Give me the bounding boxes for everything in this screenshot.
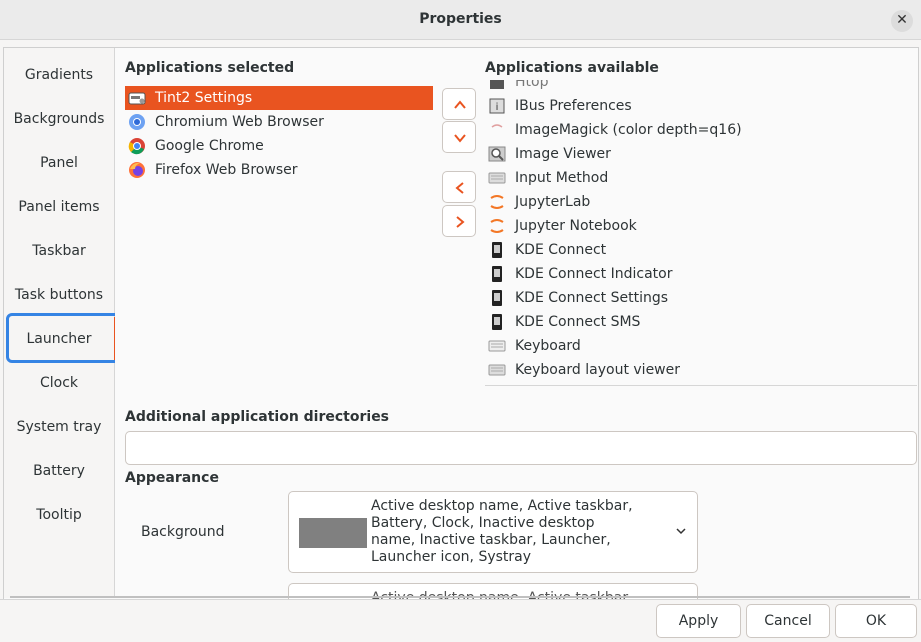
- tint2-settings-icon: [128, 92, 146, 105]
- jupyter-icon: [490, 195, 504, 209]
- window-title: Properties: [419, 11, 502, 27]
- directories-input[interactable]: [125, 431, 917, 465]
- list-item[interactable]: ImageMagick (color depth=q16): [485, 118, 917, 142]
- kde-connect-icon: [492, 242, 502, 258]
- image-viewer-icon: [488, 146, 506, 162]
- svg-text:i: i: [496, 102, 499, 113]
- move-up-icon: [454, 100, 466, 109]
- sidebar-item-battery[interactable]: Battery: [4, 449, 114, 493]
- kde-connect-icon: [492, 266, 502, 282]
- firefox-icon: [129, 162, 145, 178]
- ibus-icon: i: [489, 98, 505, 114]
- appearance-heading: Appearance: [125, 470, 219, 486]
- list-item[interactable]: Jupyter Notebook: [485, 214, 917, 238]
- ok-button[interactable]: OK: [835, 604, 917, 638]
- sidebar-item-taskbar[interactable]: Taskbar: [4, 229, 114, 273]
- sidebar-item-gradients[interactable]: Gradients: [4, 53, 114, 97]
- chrome-icon: [128, 138, 145, 155]
- available-apps-list[interactable]: Htop i IBus Preferences ImageMagick (col…: [485, 80, 917, 386]
- applications-available-heading: Applications available: [485, 60, 659, 76]
- close-button[interactable]: ✕: [891, 10, 913, 32]
- list-item[interactable]: Image Viewer: [485, 142, 917, 166]
- additional-directories-heading: Additional application directories: [125, 409, 390, 425]
- chevron-down-icon: [676, 528, 686, 535]
- kde-connect-icon: [492, 314, 502, 330]
- sidebar-item-panel-items[interactable]: Panel items: [4, 185, 114, 229]
- list-item[interactable]: KDE Connect Indicator: [485, 262, 917, 286]
- move-down-icon: [454, 134, 466, 143]
- chevron-right-icon: [456, 216, 465, 228]
- list-item[interactable]: KDE Connect SMS: [485, 310, 917, 334]
- list-item[interactable]: JupyterLab: [485, 190, 917, 214]
- sidebar-item-system-tray[interactable]: System tray: [4, 405, 114, 449]
- move-down-button[interactable]: [442, 121, 476, 153]
- cancel-button[interactable]: Cancel: [746, 604, 830, 638]
- chromium-icon: [129, 114, 145, 130]
- list-item[interactable]: Keyboard layout viewer: [485, 358, 917, 382]
- jupyter-icon: [490, 219, 504, 233]
- keyboard-icon: [488, 364, 506, 376]
- move-up-button[interactable]: [442, 88, 476, 120]
- htop-icon: [490, 80, 504, 89]
- chevron-left-icon: [455, 182, 464, 194]
- imagemagick-icon: [491, 124, 503, 128]
- list-item[interactable]: i IBus Preferences: [485, 94, 917, 118]
- list-item[interactable]: Keyboard: [485, 334, 917, 358]
- list-item[interactable]: Tint2 Settings: [125, 86, 433, 110]
- sidebar-item-task-buttons[interactable]: Task buttons: [4, 273, 114, 317]
- list-item[interactable]: KDE Connect Settings: [485, 286, 917, 310]
- sidebar-item-panel[interactable]: Panel: [4, 141, 114, 185]
- add-app-button[interactable]: [442, 171, 476, 203]
- title-bar: Properties ✕: [0, 0, 921, 40]
- list-item[interactable]: Chromium Web Browser: [125, 110, 433, 134]
- list-item[interactable]: Google Chrome: [125, 134, 433, 158]
- keyboard-icon: [488, 340, 506, 352]
- sidebar-item-backgrounds[interactable]: Backgrounds: [4, 97, 114, 141]
- list-item[interactable]: KDE Connect: [485, 238, 917, 262]
- apply-button[interactable]: Apply: [656, 604, 741, 638]
- background-swatch: [299, 518, 367, 548]
- kde-connect-icon: [492, 290, 502, 306]
- remove-app-button[interactable]: [442, 205, 476, 237]
- background-combo-text: Active desktop name, Active taskbar, Bat…: [371, 498, 633, 565]
- list-item[interactable]: Htop: [485, 80, 917, 94]
- applications-selected-heading: Applications selected: [125, 60, 295, 76]
- scrollbar[interactable]: [10, 596, 910, 598]
- list-item[interactable]: Firefox Web Browser: [125, 158, 433, 182]
- sidebar-item-clock[interactable]: Clock: [4, 361, 114, 405]
- background-label: Background: [141, 524, 225, 540]
- background-combo[interactable]: Active desktop name, Active taskbar, Bat…: [288, 491, 698, 573]
- focus-ring: [6, 313, 121, 363]
- list-item[interactable]: Input Method: [485, 166, 917, 190]
- keyboard-icon: [488, 172, 506, 184]
- sidebar-item-tooltip[interactable]: Tooltip: [4, 493, 114, 537]
- close-icon: ✕: [896, 12, 908, 28]
